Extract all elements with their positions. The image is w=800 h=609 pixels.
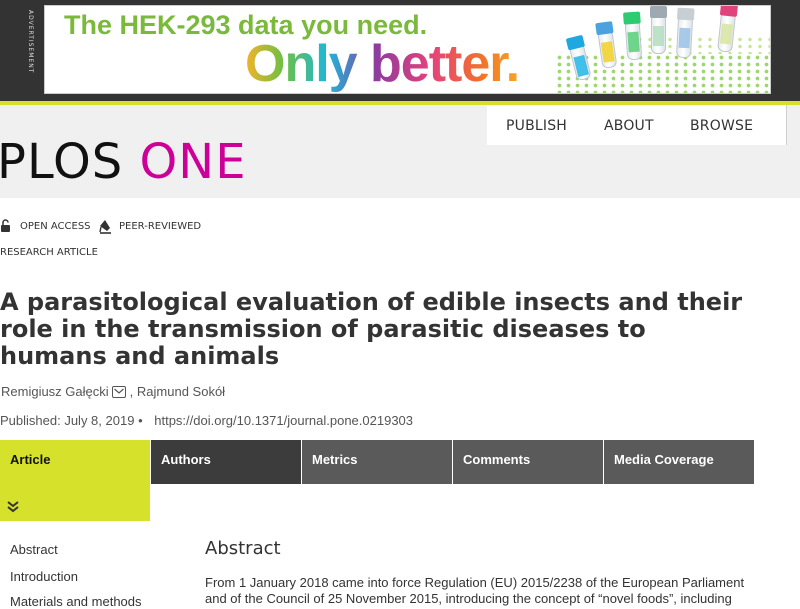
logo-one: ONE — [139, 134, 247, 190]
bullet-separator: • — [138, 413, 143, 428]
ad-banner[interactable]: The HEK-293 data you need. Only better. — [44, 5, 771, 94]
advertisement-label: Advertisement — [27, 10, 34, 74]
author-list: Remigiusz Gałęcki, Rajmund Sokół — [1, 383, 225, 399]
pen-nib-icon — [99, 220, 112, 239]
email-icon[interactable] — [111, 385, 126, 398]
nav-browse[interactable]: BROWSE — [690, 118, 753, 134]
sidebar-link-abstract[interactable]: Abstract — [10, 542, 58, 557]
logo-plos: PLOS — [0, 134, 124, 190]
nav-edge — [786, 105, 800, 145]
abstract-heading: Abstract — [205, 538, 281, 559]
sidebar-link-materials-methods[interactable]: Materials and methods — [10, 594, 142, 609]
ad-tagline: Only better. — [245, 35, 520, 93]
open-access-badge[interactable]: OPEN ACCESS — [20, 221, 91, 232]
sample-tube-green-icon — [622, 11, 643, 61]
author-separator: , — [129, 384, 134, 400]
peer-reviewed-badge[interactable]: PEER-REVIEWED — [119, 221, 201, 232]
lock-open-icon — [0, 219, 12, 237]
tab-authors[interactable]: Authors — [151, 440, 301, 484]
nav-about[interactable]: ABOUT — [604, 118, 654, 134]
sample-tube-grey-icon — [675, 7, 695, 59]
doi-link[interactable]: https://doi.org/10.1371/journal.pone.021… — [154, 413, 413, 428]
article-type: RESEARCH ARTICLE — [0, 247, 98, 258]
abstract-text: From 1 January 2018 came into force Regu… — [205, 575, 745, 606]
author-name[interactable]: Remigiusz Gałęcki — [1, 384, 109, 399]
published-date: Published: July 8, 2019 — [0, 413, 135, 428]
tab-article[interactable]: Article — [0, 440, 150, 521]
tab-label: Metrics — [312, 452, 358, 467]
chevron-double-down-icon[interactable] — [6, 501, 20, 516]
article-title: A parasitological evaluation of edible i… — [0, 288, 743, 370]
tab-label: Article — [10, 452, 51, 467]
tab-media-coverage[interactable]: Media Coverage — [604, 440, 754, 484]
tab-comments[interactable]: Comments — [453, 440, 603, 484]
nav-publish[interactable]: PUBLISH — [506, 118, 567, 134]
plos-one-logo[interactable]: PLOS ONE — [0, 134, 247, 190]
publication-info: Published: July 8, 2019 • https://doi.or… — [0, 413, 413, 428]
tab-label: Comments — [463, 452, 531, 467]
sidebar-link-introduction[interactable]: Introduction — [10, 569, 78, 584]
author-name[interactable]: Rajmund Sokół — [137, 384, 225, 399]
tab-metrics[interactable]: Metrics — [302, 440, 452, 484]
tab-label: Media Coverage — [614, 452, 714, 467]
sample-tube-white-icon — [650, 6, 667, 54]
tab-label: Authors — [161, 452, 211, 467]
